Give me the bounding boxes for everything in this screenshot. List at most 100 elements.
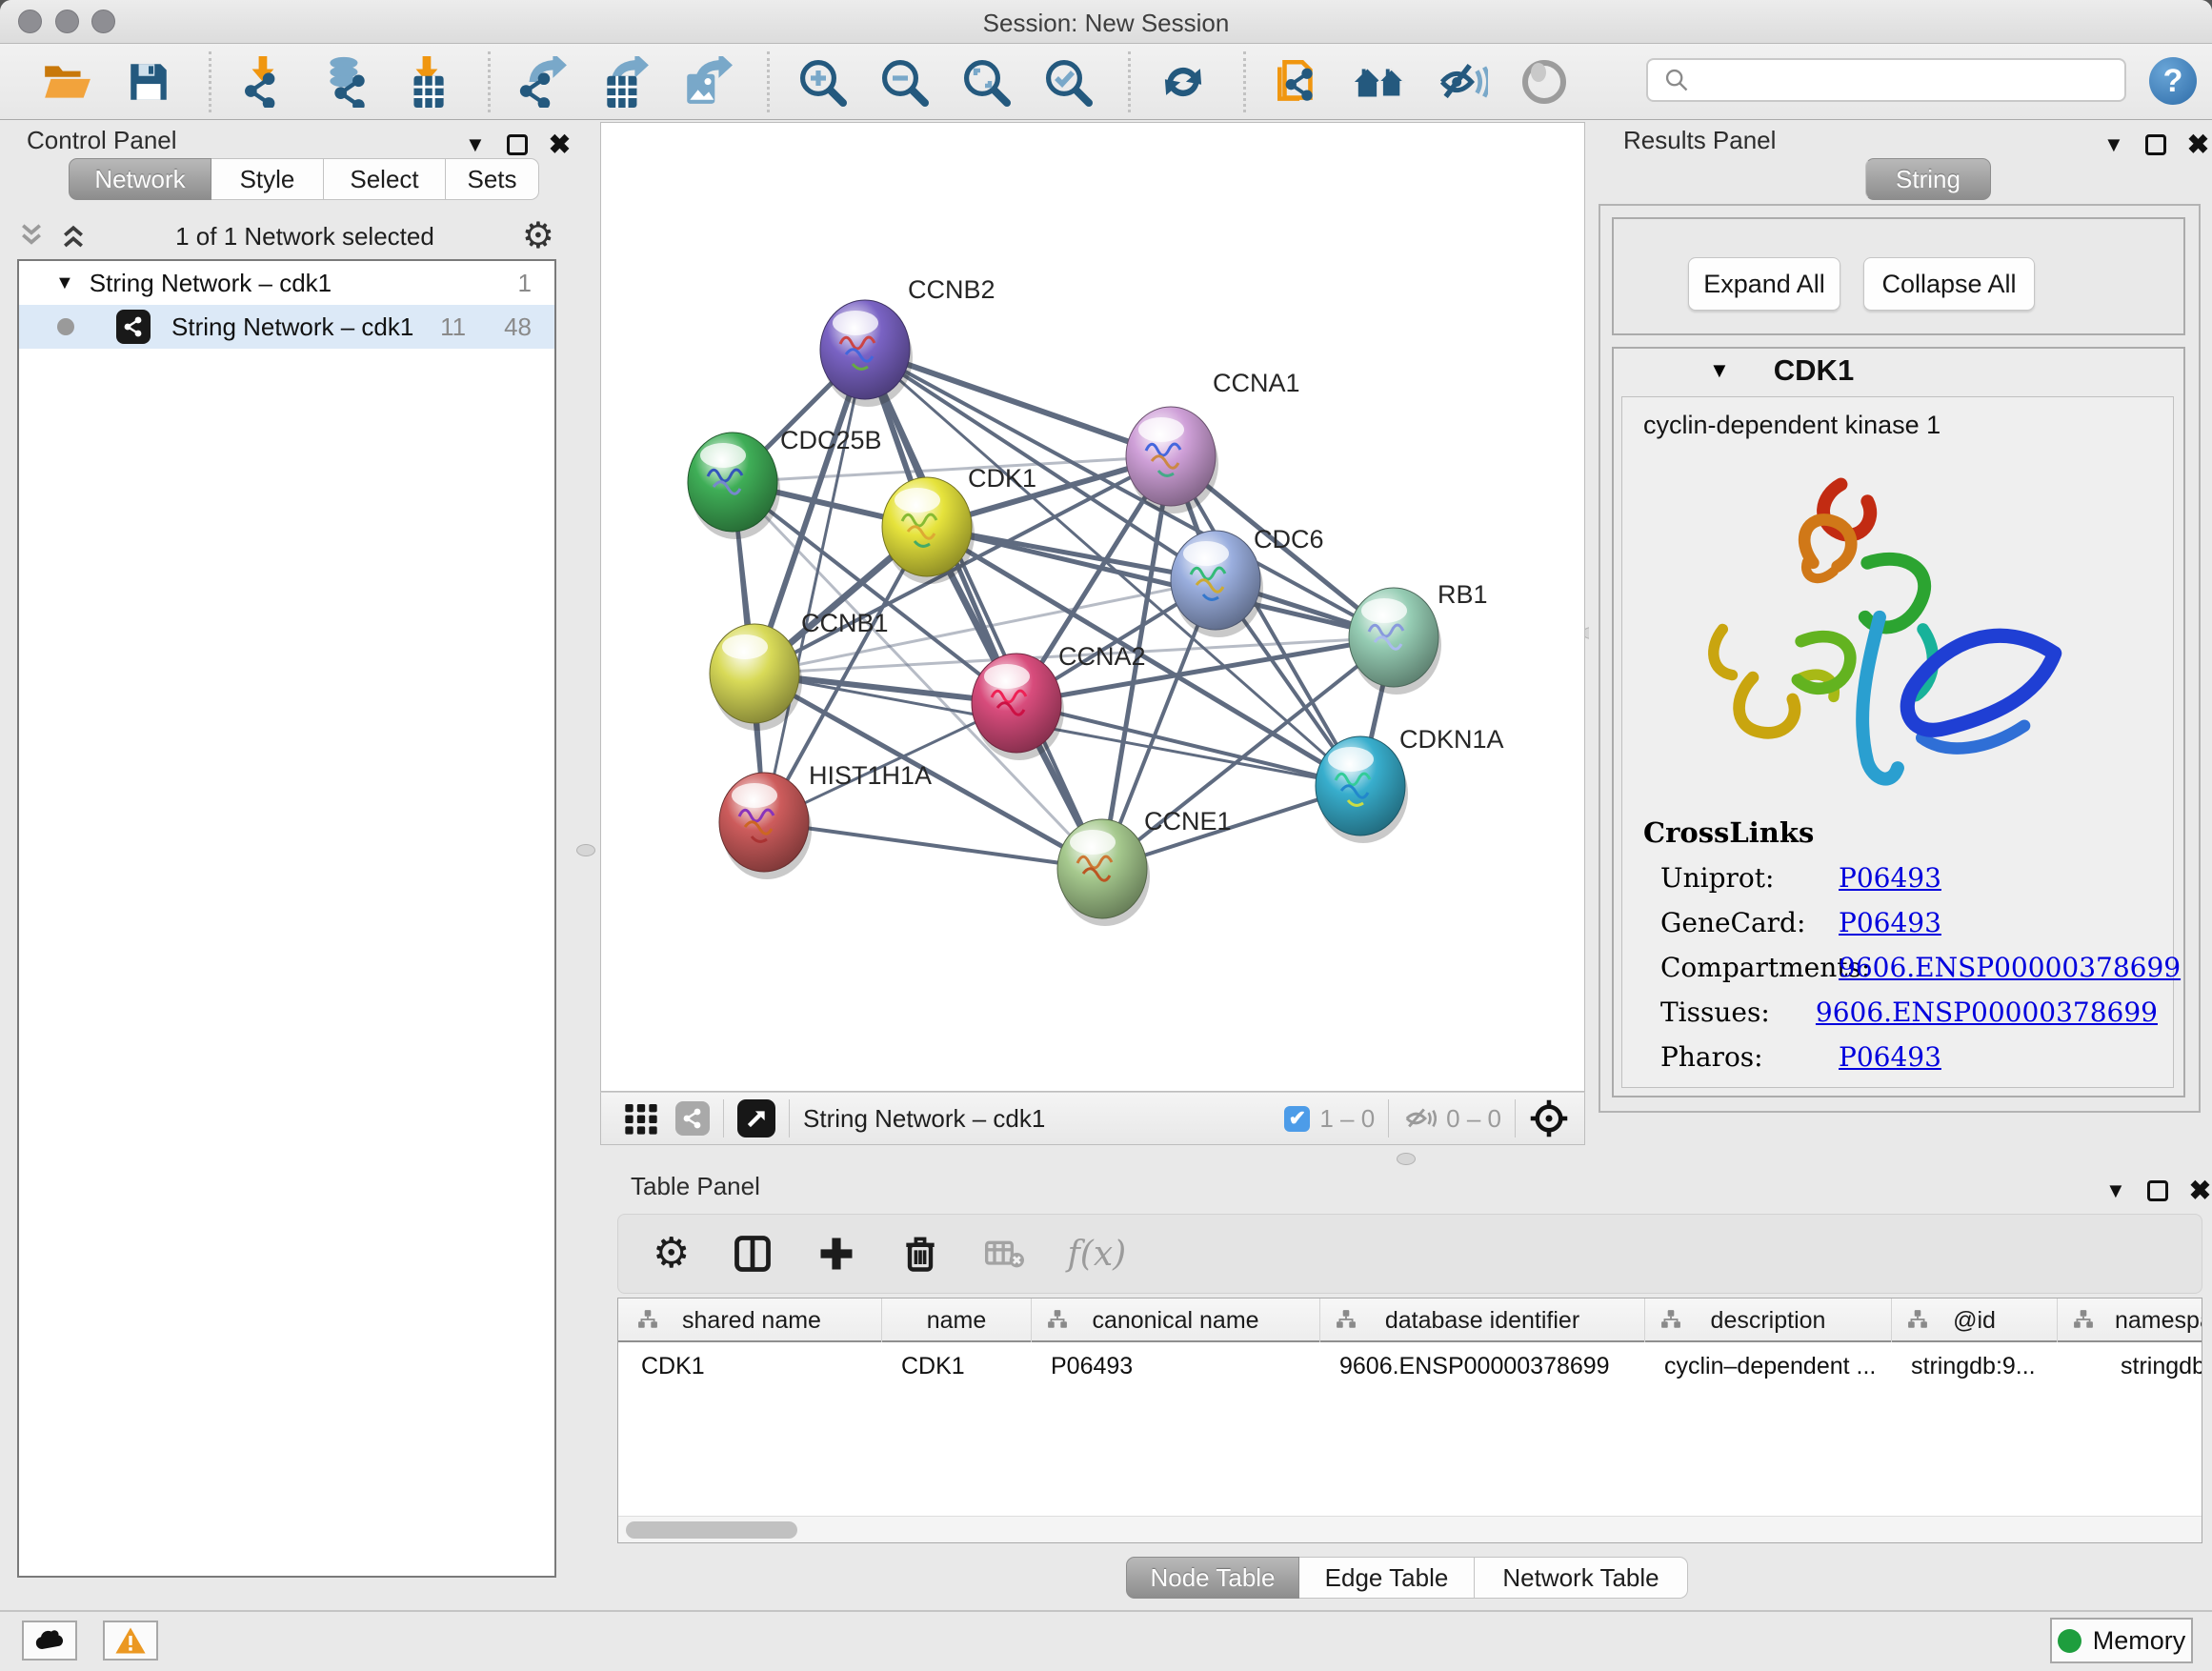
hidden-count: 0 – 0 [1446,1104,1501,1134]
search-input[interactable] [1699,61,2124,99]
panel-collapse-icon[interactable]: ▼ [2103,132,2124,157]
panel-float-icon[interactable] [2145,134,2166,155]
table-cell[interactable]: CDK1 [882,1346,1032,1386]
export-image-button[interactable] [674,55,740,109]
edge-CCNB2-HIST1H1A[interactable] [764,350,865,822]
memory-button[interactable]: Memory [2050,1618,2193,1663]
node-CDK1[interactable]: CDK1 [882,464,1036,584]
edge-HIST1H1A-CCNE1[interactable] [764,822,1102,869]
zoom-in-button[interactable] [789,55,855,109]
refresh-network-button[interactable] [1150,55,1217,109]
table-settings-gear-icon[interactable]: ⚙ [653,1236,690,1272]
tree-expander-icon[interactable]: ▼ [55,272,74,294]
control-panel-window-buttons: ▼ ✖ [465,128,571,162]
import-network-from-file-button[interactable] [231,55,297,109]
table-cell[interactable]: P06493 [1032,1346,1320,1386]
collapse-all-icon[interactable] [17,220,46,252]
column-type-icon [637,1309,658,1330]
zoom-out-button[interactable] [871,55,937,109]
tab-edge-table[interactable]: Edge Table [1299,1557,1475,1599]
network-options-gear-icon[interactable]: ⚙ [522,218,554,254]
collapse-all-button[interactable]: Collapse All [1863,257,2035,311]
network-canvas[interactable]: CCNB2CCNA1CDC25BCDK1CDC6RB1CCNB1CCNA2CDK… [600,122,1585,1092]
panel-close-icon[interactable]: ✖ [549,134,571,155]
delete-column-trash-icon[interactable] [899,1233,941,1275]
birdseye-view-icon[interactable] [737,1099,775,1137]
table-horizontal-scrollbar[interactable] [618,1516,2202,1542]
cloud-icon [32,1628,67,1653]
node-CDKN1A[interactable]: CDKN1A [1316,725,1504,843]
crosslink-row: Tissues:9606.ENSP00000378699 [1643,997,2158,1028]
node-CDC6[interactable]: CDC6 [1171,525,1324,637]
scrollbar-thumb[interactable] [626,1521,797,1539]
panel-collapse-icon[interactable]: ▼ [465,132,486,157]
cloud-status-button[interactable] [22,1621,77,1661]
table-cell[interactable]: stringdb [2058,1346,2202,1386]
column-type-icon [1047,1309,1068,1330]
tab-select[interactable]: Select [324,158,446,200]
panel-float-icon[interactable] [507,134,528,155]
expand-all-button[interactable]: Expand All [1688,257,1840,311]
hide-glasses-button[interactable] [1429,55,1496,109]
zoom-selected-button[interactable] [1035,55,1101,109]
save-session-button[interactable] [115,55,182,109]
results-tab-string[interactable]: String [1865,158,1991,200]
home-button[interactable] [1347,55,1414,109]
panel-close-icon[interactable]: ✖ [2187,134,2209,155]
table-cell[interactable]: 9606.ENSP00000378699 [1320,1346,1645,1386]
column-header-name[interactable]: name [882,1299,1032,1342]
tab-node-table[interactable]: Node Table [1126,1557,1299,1599]
network-row[interactable]: String Network – cdk1 11 48 [19,305,554,349]
fit-selected-crosshair-icon[interactable] [1529,1098,1569,1138]
node-CCNE1[interactable]: CCNE1 [1057,807,1232,926]
column-header-canonical-name[interactable]: canonical name [1032,1299,1320,1342]
table-panel: Table Panel ▼ ✖ ⚙ f(x) shared namenameca… [583,1172,2212,1610]
column-header-namespace[interactable]: namespace [2058,1299,2202,1342]
export-table-button[interactable] [592,55,658,109]
share-document-button[interactable] [1265,55,1332,109]
crosslink-link[interactable]: P06493 [1839,1041,1941,1073]
tab-network[interactable]: Network [69,158,211,200]
grid-view-icon[interactable] [622,1099,660,1137]
column-header-description[interactable]: description [1645,1299,1892,1342]
import-network-from-database-button[interactable] [312,55,379,109]
panel-float-icon[interactable] [2147,1180,2168,1201]
search-icon [1663,67,1690,93]
horizontal-splitter-handle[interactable] [1397,1153,1416,1165]
add-column-icon[interactable] [815,1233,857,1275]
crosslink-link[interactable]: P06493 [1839,862,1941,894]
selected-items-checkbox[interactable]: ✔ [1284,1106,1310,1132]
open-session-button[interactable] [33,55,100,109]
inspector-sphere-button[interactable] [1511,55,1578,109]
expand-all-icon[interactable] [59,220,88,252]
export-network-button[interactable] [510,55,576,109]
node-RB1[interactable]: RB1 [1349,580,1488,695]
results-panel: Results Panel ▼ ✖ String Expand All Coll… [1589,120,2212,1172]
crosslink-link[interactable]: P06493 [1839,907,1941,938]
gene-expander-icon[interactable]: ▼ [1709,358,1730,383]
panel-close-icon[interactable]: ✖ [2189,1180,2211,1201]
help-button[interactable]: ? [2149,57,2197,105]
network-view-type-icon[interactable] [675,1101,710,1136]
tab-style[interactable]: Style [211,158,324,200]
show-columns-icon[interactable] [732,1233,774,1275]
tab-sets[interactable]: Sets [446,158,539,200]
import-table-from-file-button[interactable] [394,55,461,109]
warning-status-button[interactable] [103,1621,158,1661]
panel-collapse-icon[interactable]: ▼ [2105,1178,2126,1203]
network-collection-row[interactable]: ▼ String Network – cdk1 1 [19,261,554,305]
table-cell[interactable]: CDK1 [622,1346,882,1386]
node-HIST1H1A[interactable]: HIST1H1A [719,761,932,879]
zoom-fit-button[interactable] [953,55,1019,109]
left-splitter-handle[interactable] [576,844,595,856]
node-CCNB1[interactable]: CCNB1 [710,609,889,731]
crosslink-link[interactable]: 9606.ENSP00000378699 [1839,952,2181,983]
table-cell[interactable]: cyclin–dependent ... [1645,1346,1892,1386]
crosslinks-section: CrossLinks Uniprot:P06493GeneCard:P06493… [1643,816,2158,1073]
column-header--id[interactable]: @id [1892,1299,2058,1342]
crosslink-link[interactable]: 9606.ENSP00000378699 [1816,997,2158,1028]
tab-network-table[interactable]: Network Table [1475,1557,1688,1599]
column-header-shared-name[interactable]: shared name [622,1299,882,1342]
column-header-database-identifier[interactable]: database identifier [1320,1299,1645,1342]
table-cell[interactable]: stringdb:9... [1892,1346,2058,1386]
